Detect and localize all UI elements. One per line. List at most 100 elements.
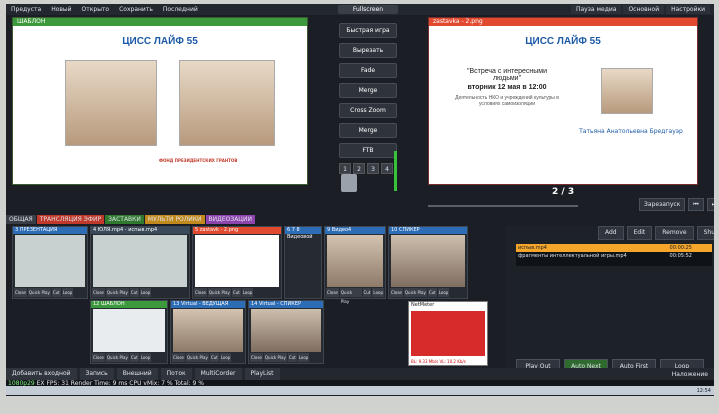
loop-button[interactable]: Loop [219,353,232,362]
close-button[interactable]: Close [250,353,263,362]
cross-zoom-button[interactable]: Cross Zoom [339,103,397,118]
external-button[interactable]: Внешний [116,368,158,380]
main-button[interactable]: Основной [623,5,665,14]
windows-taskbar: 12:54 [6,386,714,395]
tab-broadcast[interactable]: ТРАНСЛЯЦИЯ ЭФИР [36,215,105,224]
netmeter-window[interactable]: NetMeter BL: 9.33 Mb/s VL: 10.2 Kb/s [408,301,488,366]
merge-button-2[interactable]: Merge [339,123,397,138]
add-input-button[interactable]: Добавить входной [6,368,77,380]
cut-button[interactable]: Cut [129,288,139,297]
quick-play-button[interactable]: Quick Play [105,288,129,297]
input-tile-live[interactable]: 5 zastavk - 2.png Close Quick Play Cut Loop [192,226,282,299]
overlay-label[interactable]: Наложение [666,371,714,378]
settings-button[interactable]: Настройки [666,5,710,14]
quick-play-button[interactable]: Quick Play [105,353,129,362]
close-button[interactable]: Close [194,288,207,297]
playlist-panel: Add Edit Remove Shuffle испыв.mp4 00:00:2… [506,226,714,374]
playlist-add-button[interactable]: Add [598,226,624,240]
loop-button[interactable]: Loop [139,288,152,297]
cut-button[interactable]: Cut [427,288,437,297]
transition-2[interactable]: 2 [353,163,365,174]
guest-video-left [65,60,157,146]
close-button[interactable]: Close [172,353,185,362]
loop-button[interactable]: Loop [241,288,254,297]
input-tile[interactable]: 14 Virtual - СПИКЕР Close Quick Play Cut Lo… [248,300,324,364]
loop-button[interactable]: Loop [372,288,384,297]
quick-play-button[interactable]: Quick Play [263,353,287,362]
input-title: 10 СПИКЕР [389,227,467,234]
playlist-edit-button[interactable]: Edit [626,226,653,240]
tab-intros[interactable]: ЗАСТАВКИ [105,215,144,224]
previous-icon[interactable]: ⏮ [688,198,704,211]
ftb-button[interactable]: FTB [339,143,397,158]
loop-button[interactable]: Loop [139,353,152,362]
fullscreen-button[interactable]: Fullscreen [338,5,398,14]
output-subtitle: Деятельность НКО и учреждений культуры в… [455,95,559,107]
input-tile[interactable]: 9 Видео4 Close Quick Play Cut Loop [324,226,386,304]
quick-play-button[interactable]: Quick Play [207,288,231,297]
top-right-menu: Пауза медиа Основной Настройки [569,4,710,15]
input-thumbnail [251,309,321,352]
menu-presets[interactable]: Предуста [6,6,46,13]
transition-4[interactable]: 4 [381,163,393,174]
tab-multi-clips[interactable]: МУЛЬТИ РОЛИКИ [144,215,205,224]
list-item[interactable]: испыв.mp4 00:00:25 [516,244,712,252]
preview-label: ШАБЛОН [13,18,307,26]
stream-button[interactable]: Поток [160,368,192,380]
pause-media-button[interactable]: Пауза медиа [570,5,622,14]
input-tile[interactable]: 6 7 8 Видеовой [284,226,322,299]
close-button[interactable]: Close [92,353,105,362]
close-button[interactable]: Close [92,288,105,297]
next-icon[interactable]: ⏭ [706,198,714,211]
input-tabs: ОБЩАЯ ТРАНСЛЯЦИЯ ЭФИР ЗАСТАВКИ МУЛЬТИ РО… [6,215,256,224]
transition-3[interactable]: 3 [367,163,379,174]
close-button[interactable]: Close [390,288,403,297]
playlist-remove-button[interactable]: Remove [655,226,694,240]
quick-play-button[interactable]: Quick Play [403,288,427,297]
transition-1[interactable]: 1 [339,163,351,174]
quick-play-button[interactable]: Quick Play [185,353,209,362]
input-title: 9 Видео4 [325,227,385,234]
cut-button[interactable]: Cut [287,353,297,362]
input-tile[interactable]: 4 ЮЛЯ.mp4 - испыв.mp4 Close Quick Play Cut… [90,226,190,299]
quick-play-button[interactable]: Быстрая игра [339,23,397,38]
input-tile[interactable]: 3 ПРЕЗЕНТАЦИЯ Close Quick Play Cut Loop [12,226,88,299]
playlist-button[interactable]: PlayList [244,368,280,380]
loop-button[interactable]: Loop [61,288,74,297]
cut-button[interactable]: Cut [231,288,241,297]
t-bar-handle[interactable] [341,174,357,192]
seek-bar[interactable] [428,205,578,207]
quick-play-button[interactable]: Quick Play [27,288,51,297]
playlist-shuffle-button[interactable]: Shuffle [696,226,714,240]
menu-save[interactable]: Сохранить [114,6,158,13]
preview-monitor[interactable]: ШАБЛОН ЦИСС ЛАЙФ 55 ФОНД ПРЕЗИДЕНТСКИХ Г… [12,17,308,185]
transition-controls: Быстрая игра Вырезать Fade Merge Cross Z… [339,23,397,174]
menu-open[interactable]: Открыто [77,6,115,13]
cut-button[interactable]: Cut [51,288,61,297]
cut-button[interactable]: Вырезать [339,43,397,58]
input-tile[interactable]: 10 СПИКЕР Close Quick Play Cut Loop [388,226,468,299]
list-item[interactable]: фрагменты интеллектуальной игры.mp4 00:05… [516,252,712,260]
menu-new[interactable]: Новый [46,6,76,13]
merge-button[interactable]: Merge [339,83,397,98]
cut-button[interactable]: Cut [129,353,139,362]
loop-button[interactable]: Loop [297,353,310,362]
quick-play-button[interactable]: Quick Play [339,288,362,304]
input-title: 3 ПРЕЗЕНТАЦИЯ [13,227,87,234]
input-tile[interactable]: 13 Virtual - ВЕДУЩАЯ Close Quick Play Cut L… [170,300,246,364]
close-button[interactable]: Close [14,288,27,297]
output-label: zastavka - 2.png [429,18,697,26]
input-tile-preview[interactable]: 12 ШАБЛОН Close Quick Play Cut Loop [90,300,168,364]
cut-button[interactable]: Cut [362,288,372,297]
cut-button[interactable]: Cut [209,353,219,362]
output-title-line2: людьми" [492,75,522,82]
fade-button[interactable]: Fade [339,63,397,78]
record-button[interactable]: Запись [79,368,114,380]
menu-recent[interactable]: Последний [158,6,203,13]
loop-button[interactable]: Loop [437,288,450,297]
close-button[interactable]: Close [326,288,339,297]
restart-button[interactable]: Зарезапуск [639,198,686,211]
multicorder-button[interactable]: MultiCorder [194,368,242,380]
tab-general[interactable]: ОБЩАЯ [6,215,36,224]
tab-video[interactable]: ВИДЕОЗАЦИИ [205,215,255,224]
